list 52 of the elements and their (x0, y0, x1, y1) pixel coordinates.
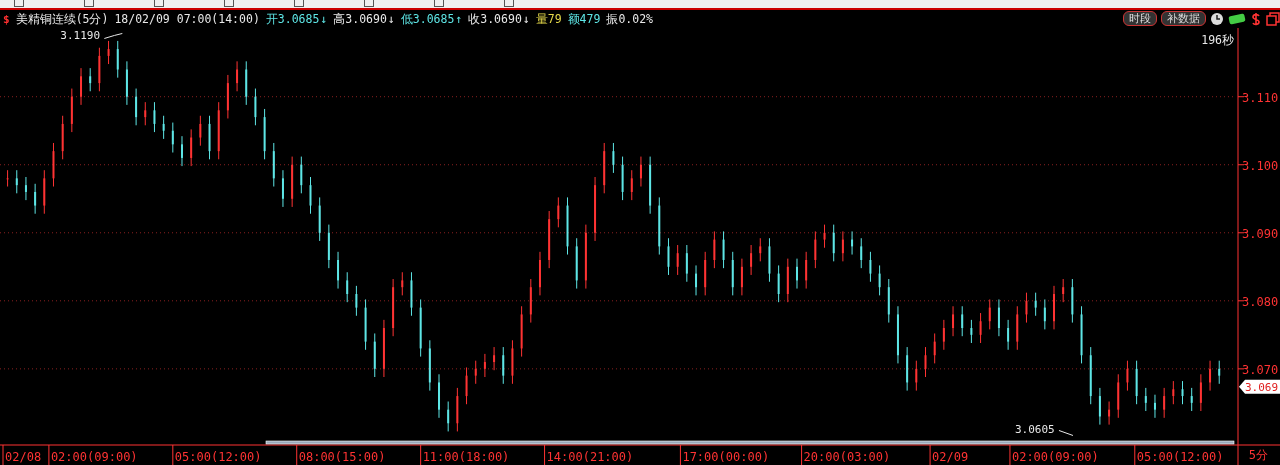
clock-icon[interactable] (1210, 11, 1224, 26)
toolbar-icon[interactable] (504, 0, 514, 7)
y-axis-label: 3.090 (1242, 226, 1279, 241)
x-axis-label: 02:00(09:00) (1011, 450, 1099, 464)
x-axis-label: 02/08 (5, 450, 42, 464)
x-axis-label: 02:00(09:00) (50, 450, 138, 464)
x-axis-label: 02/09 (932, 450, 969, 464)
countdown-label: 196秒 (1201, 33, 1234, 48)
toolbar-icon[interactable] (364, 0, 374, 7)
toolbar-button[interactable]: 时段 (1123, 11, 1157, 26)
y-axis-label: 3.110 (1242, 90, 1279, 105)
toolbar-icon[interactable] (224, 0, 234, 7)
toolbar-icon[interactable] (294, 0, 304, 7)
x-axis-label: 17:00(00:00) (682, 450, 770, 464)
quote-value: 量79 (535, 11, 562, 27)
y-axis-label: 3.080 (1242, 294, 1279, 309)
quote-value: 振0.02% (606, 11, 653, 27)
currency-mark: $ (3, 12, 10, 26)
x-axis-label: 11:00(18:00) (422, 450, 510, 464)
bar-datetime: 18/02/09 07:00(14:00) (114, 12, 260, 26)
quote-value: 额479 (567, 11, 601, 27)
price-tag: 3.069 (1239, 379, 1280, 394)
x-axis-label: 05:00(12:00) (1136, 450, 1224, 464)
x-axis-label: 20:00(03:00) (803, 450, 891, 464)
toolbar-button[interactable]: 补数据 (1161, 11, 1206, 26)
y-axis-label: 3.070 (1242, 362, 1279, 377)
high-price-label: 3.1190 (60, 29, 101, 43)
quote-value: 高3.0690 (333, 11, 387, 27)
y-axis-label: 3.100 (1242, 158, 1279, 173)
quote-value: 低3.0685 (400, 11, 455, 27)
chip-icon[interactable] (1228, 12, 1246, 25)
x-axis-label: 05:00(12:00) (174, 450, 262, 464)
trend-arrow: ↓ (522, 11, 530, 27)
low-price-label: 3.0605 (1014, 423, 1055, 437)
period-label[interactable]: 5分 (1248, 447, 1268, 464)
quote-value: 开3.0685 (265, 11, 320, 27)
quote-value: 收3.0690 (468, 11, 522, 27)
dollar-icon[interactable] (1250, 11, 1262, 26)
leader-line (103, 33, 123, 39)
trend-arrow: ↓ (387, 11, 395, 27)
x-axis-label: 08:00(15:00) (298, 450, 386, 464)
toolbar-icon[interactable] (84, 0, 94, 7)
symbol-title: 美精铜连续(5分) (15, 11, 109, 27)
restore-window-icon[interactable] (1266, 11, 1280, 26)
toolbar-icon[interactable] (14, 0, 24, 7)
toolbar-icon[interactable] (434, 0, 444, 7)
trend-arrow: ↓ (320, 11, 328, 27)
trend-arrow: ↑ (455, 11, 463, 27)
scrollbar[interactable] (265, 440, 1235, 445)
x-axis-label: 14:00(21:00) (546, 450, 634, 464)
leader-line (1058, 430, 1074, 436)
toolbar-icon[interactable] (154, 0, 164, 7)
